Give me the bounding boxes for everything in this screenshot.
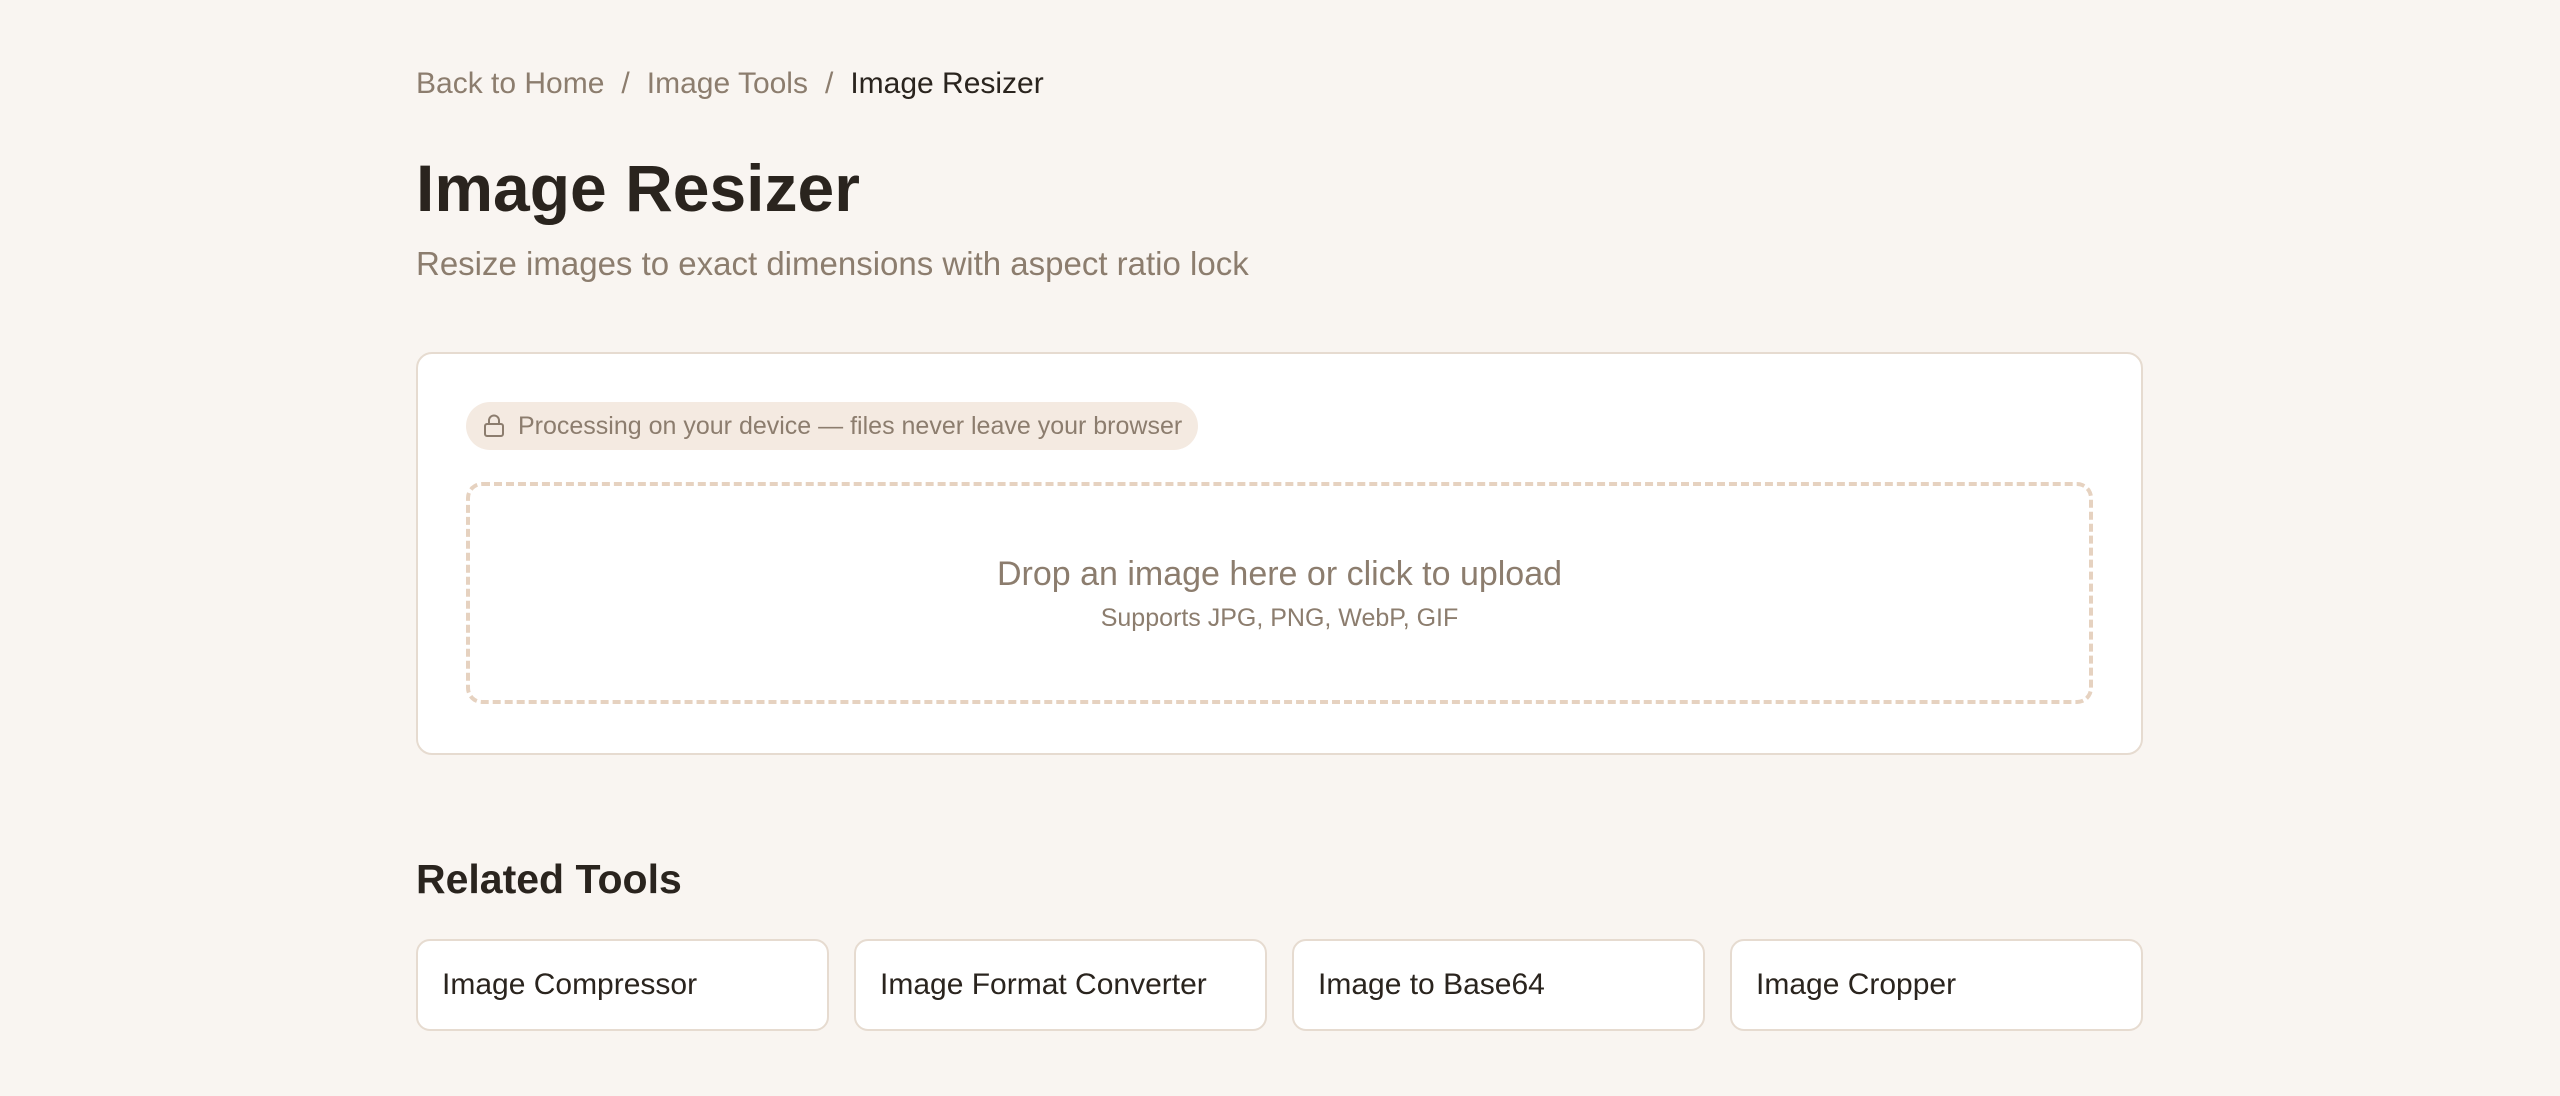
privacy-badge: Processing on your device — files never … [466, 402, 1199, 450]
breadcrumb-category-link[interactable]: Image Tools [647, 64, 808, 104]
related-tool-image-compressor[interactable]: Image Compressor [416, 939, 829, 1031]
breadcrumb-current: Image Resizer [850, 67, 1044, 100]
privacy-badge-text: Processing on your device — files never … [518, 411, 1183, 440]
related-tool-image-format-converter[interactable]: Image Format Converter [854, 939, 1267, 1031]
tool-card: Processing on your device — files never … [416, 352, 2143, 755]
related-tools-grid: Image Compressor Image Format Converter … [416, 939, 2143, 1031]
page-subtitle: Resize images to exact dimensions with a… [416, 245, 1249, 282]
breadcrumb-separator: / [621, 67, 630, 100]
lock-icon [482, 414, 506, 438]
page-title: Image Resizer [416, 151, 860, 225]
breadcrumb-home-link[interactable]: Back to Home [416, 64, 604, 104]
related-tools-heading: Related Tools [416, 856, 682, 902]
related-tool-image-to-base64[interactable]: Image to Base64 [1292, 939, 1705, 1031]
breadcrumb: Back to Home / Image Tools / Image Resiz… [416, 64, 1044, 104]
dropzone-hint: Supports JPG, PNG, WebP, GIF [1100, 604, 1459, 632]
image-dropzone[interactable]: Drop an image here or click to upload Su… [466, 482, 2093, 704]
breadcrumb-separator: / [824, 67, 834, 100]
dropzone-title: Drop an image here or click to upload [996, 555, 1563, 593]
related-tool-image-cropper[interactable]: Image Cropper [1730, 939, 2143, 1031]
